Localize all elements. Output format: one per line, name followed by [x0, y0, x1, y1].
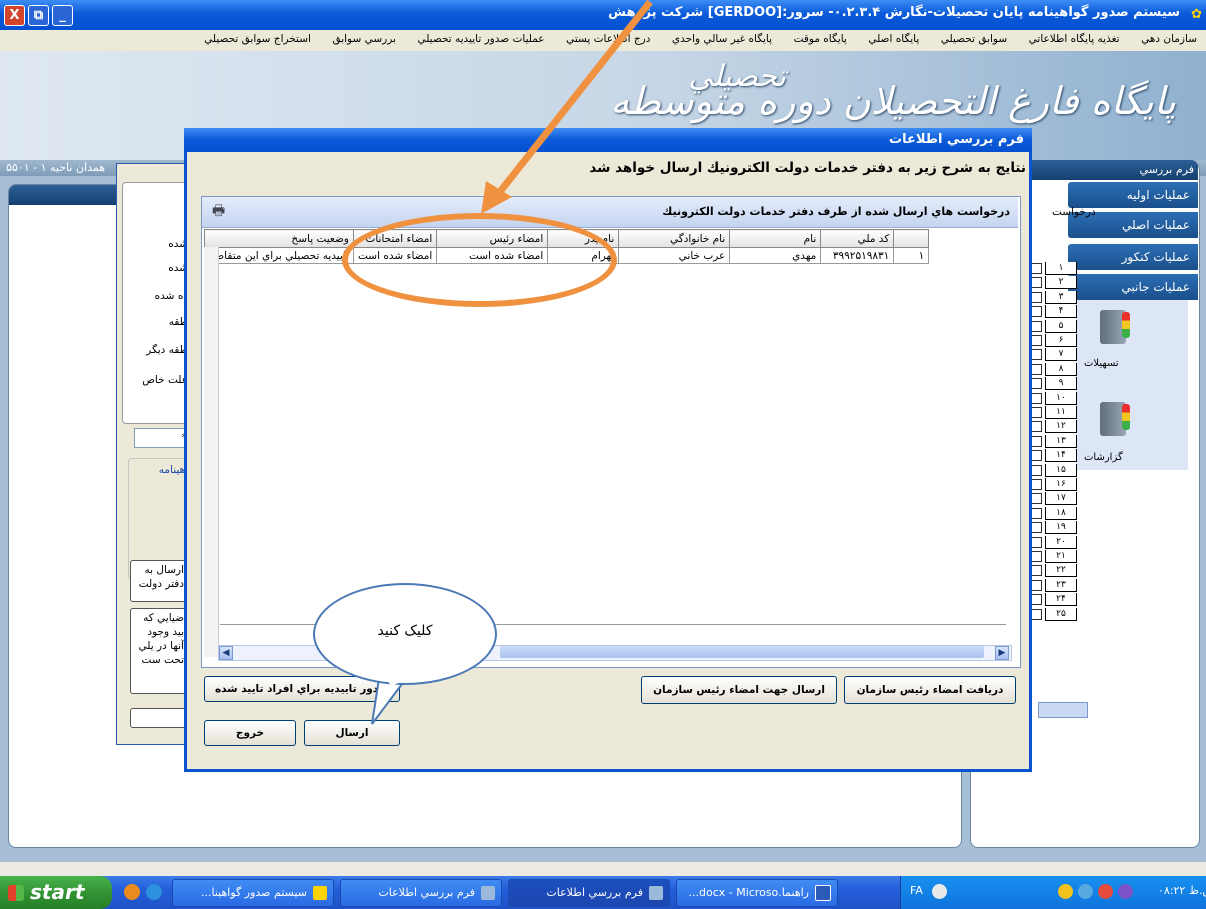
form-icon [649, 886, 663, 900]
task-review-form-active[interactable]: فرم بررسي اطلاعات [508, 879, 670, 907]
task-word-doc[interactable]: راهنما.docx - Microso... [676, 879, 838, 907]
antivirus-icon[interactable] [1098, 884, 1113, 899]
bubble-tail-fill [381, 675, 404, 686]
firefox-icon[interactable] [124, 884, 140, 900]
task-label: سيستم صدور گواهينا... [201, 886, 307, 899]
form-icon [481, 886, 495, 900]
callout-text: كليک كنيد [377, 623, 433, 639]
app-icon [313, 886, 327, 900]
app-tray-icon[interactable] [1118, 884, 1133, 899]
task-label: فرم بررسي اطلاعات [546, 886, 643, 899]
language-indicator[interactable]: FA [910, 884, 923, 897]
clock: ق.ظ ۰۸:۲۲ [1158, 884, 1206, 897]
network-icon[interactable] [1078, 884, 1093, 899]
bubble-tail-mask [381, 675, 404, 686]
task-label: فرم بررسي اطلاعات [378, 886, 475, 899]
task-review-form[interactable]: فرم بررسي اطلاعات [340, 879, 502, 907]
task-label: راهنما.docx - Microso... [688, 886, 809, 899]
tray-arrow-icon[interactable] [932, 884, 947, 899]
word-icon [815, 885, 831, 901]
browser-icon[interactable] [146, 884, 162, 900]
task-main-app[interactable]: سيستم صدور گواهينا... [172, 879, 334, 907]
windows-logo-icon [8, 885, 24, 901]
shield-icon[interactable] [1058, 884, 1073, 899]
